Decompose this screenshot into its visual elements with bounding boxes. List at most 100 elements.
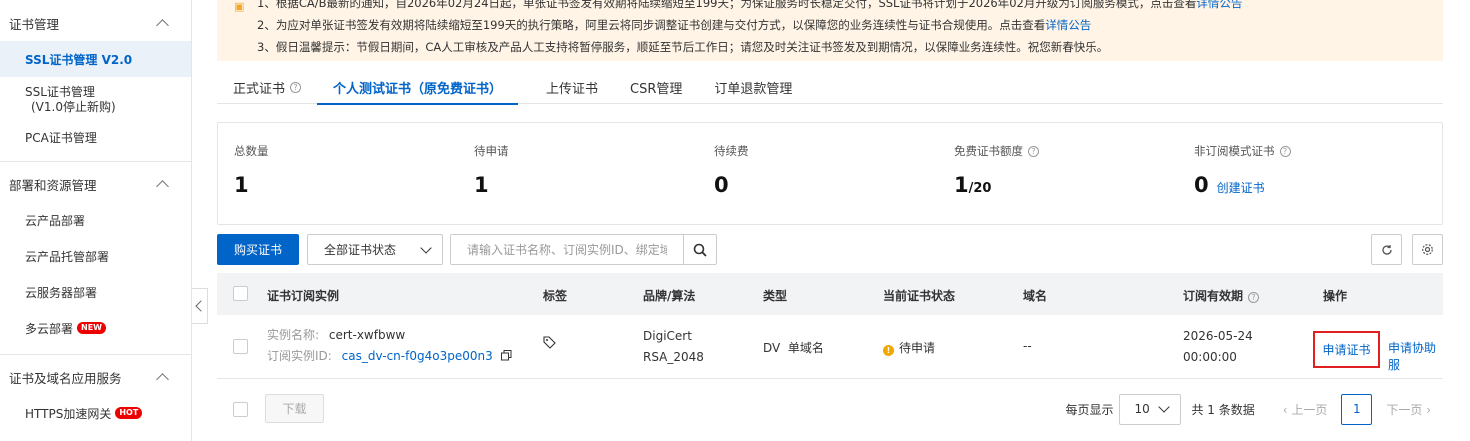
expiry-date: 2026-05-24 xyxy=(1183,329,1253,343)
row-checkbox[interactable] xyxy=(233,339,248,354)
sidebar-item-label: SSL证书管理 V2.0 xyxy=(25,52,133,67)
table-row: 实例名称: cert-xwfbww 订阅实例ID: cas_dv-cn-f0g4… xyxy=(217,315,1443,379)
prev-page-button[interactable]: ‹ 上一页 xyxy=(1283,401,1328,418)
notice-text: 2、为应对单张证书签发有效期将陆续缩短至199天的执行策略，阿里云将同步调整证书… xyxy=(257,18,1046,32)
stat-label: 待申请 xyxy=(474,144,509,158)
notice-link[interactable]: 详情公告 xyxy=(1045,18,1091,32)
search-input[interactable] xyxy=(451,235,683,264)
sidebar-item-cloud-deploy[interactable]: 云产品部署 xyxy=(0,202,191,238)
refresh-icon xyxy=(1381,244,1392,255)
tag-icon[interactable] xyxy=(543,336,556,349)
sidebar-group-label: 证书及域名应用服务 xyxy=(9,370,122,386)
notice-link[interactable]: 详情公告 xyxy=(1196,0,1242,10)
sidebar-group-deploy[interactable]: 部署和资源管理 xyxy=(0,166,191,202)
tab-official-cert[interactable]: 正式证书? xyxy=(217,70,317,104)
stat-value: 1 xyxy=(234,173,249,197)
stat-value: 1 xyxy=(954,173,969,197)
sidebar-collapse-button[interactable] xyxy=(192,288,208,324)
stat-label-wrap: 免费证书额度? xyxy=(954,143,1178,159)
algorithm: RSA_2048 xyxy=(643,350,704,364)
col-header-expiry-wrap: 订阅有效期? xyxy=(1183,287,1260,304)
tab-csr[interactable]: CSR管理 xyxy=(614,70,698,104)
next-page-button[interactable]: 下一页 › xyxy=(1386,401,1431,418)
apply-cert-button[interactable]: 申请证书 xyxy=(1313,331,1380,368)
tab-refund[interactable]: 订单退款管理 xyxy=(698,70,808,104)
help-icon[interactable]: ? xyxy=(1028,145,1039,157)
col-header-brand: 品牌/算法 xyxy=(643,289,696,303)
instance-name: cert-xwfbww xyxy=(328,328,406,342)
instance-id-link[interactable]: cas_dv-cn-f0g4o3pe00n3 xyxy=(342,349,493,363)
domain-cell: -- xyxy=(1023,339,1032,353)
sidebar-item-label: 云产品部署 xyxy=(25,213,86,228)
col-header-instance: 证书订阅实例 xyxy=(267,289,340,303)
sidebar-group-label: 证书管理 xyxy=(9,16,60,32)
status-filter-value: 全部证书状态 xyxy=(324,243,397,257)
sidebar: 证书管理 SSL证书管理 V2.0 SSL证书管理 (V1.0停止新购) PCA… xyxy=(0,0,192,441)
instance-cell: 实例名称: cert-xwfbww 订阅实例ID: cas_dv-cn-f0g4… xyxy=(267,325,512,367)
download-button[interactable]: 下载 xyxy=(265,394,324,423)
stat-pending: 待申请 1 xyxy=(458,123,698,224)
sidebar-item-ssl-v1[interactable]: SSL证书管理 (V1.0停止新购) xyxy=(0,77,191,123)
sidebar-item-sublabel: (V1.0停止新购) xyxy=(31,100,116,114)
help-icon[interactable]: ? xyxy=(1248,292,1260,303)
tags-cell xyxy=(543,336,556,352)
chevron-up-icon xyxy=(156,18,169,32)
copy-icon[interactable] xyxy=(500,350,512,361)
help-icon[interactable]: ? xyxy=(290,81,302,93)
instance-id-label: 订阅实例ID: xyxy=(267,349,332,363)
prev-page-label: 上一页 xyxy=(1291,402,1328,417)
tab-label: CSR管理 xyxy=(630,81,683,97)
sidebar-item-ssl-v2[interactable]: SSL证书管理 V2.0 xyxy=(0,41,191,77)
tab-test-cert[interactable]: 个人测试证书（原免费证书） xyxy=(317,70,519,105)
instance-name-line: 实例名称: cert-xwfbww xyxy=(267,325,512,346)
stat-renew: 待续费 0 xyxy=(698,123,938,224)
sidebar-item-hosted-deploy[interactable]: 云产品托管部署 xyxy=(0,238,191,274)
help-icon[interactable]: ? xyxy=(1279,145,1291,157)
col-header-actions: 操作 xyxy=(1323,289,1348,303)
total-count: 共 1 条数据 xyxy=(1191,402,1255,417)
tab-upload-cert[interactable]: 上传证书 xyxy=(530,70,614,104)
buy-cert-button[interactable]: 购买证书 xyxy=(217,234,299,265)
search-button[interactable] xyxy=(683,235,716,264)
instance-name-label: 实例名称: xyxy=(267,328,320,342)
stat-value: 0 xyxy=(1194,173,1209,197)
status-filter-select[interactable]: 全部证书状态 xyxy=(307,234,443,265)
tab-label: 订单退款管理 xyxy=(714,81,793,97)
notice-text: 1、根据CA/B最新的通知，自2026年02月24日起，单张证书签发有效期将陆续… xyxy=(257,0,1197,10)
toolbar: 购买证书 全部证书状态 xyxy=(217,234,1443,266)
select-all-checkbox[interactable] xyxy=(233,286,248,301)
status-text: 待申请 xyxy=(899,341,936,355)
gear-icon xyxy=(1422,244,1433,255)
settings-button[interactable] xyxy=(1412,234,1443,265)
notice-line-1: 1、根据CA/B最新的通知，自2026年02月24日起，单张证书签发有效期将陆续… xyxy=(257,0,1443,13)
refresh-button[interactable] xyxy=(1371,234,1402,265)
sidebar-item-server-deploy[interactable]: 云服务器部署 xyxy=(0,274,191,310)
status-cell: ! 待申请 xyxy=(883,339,935,356)
sidebar-item-pca[interactable]: PCA证书管理 xyxy=(0,123,191,151)
table-header: 证书订阅实例 标签 品牌/算法 类型 当前证书状态 域名 订阅有效期? 操作 xyxy=(217,273,1443,315)
per-page-select[interactable]: 10 xyxy=(1119,393,1182,425)
page-1-button[interactable]: 1 xyxy=(1341,393,1373,425)
new-badge: NEW xyxy=(77,322,106,334)
chevron-up-icon xyxy=(156,372,169,386)
stat-label: 总数量 xyxy=(234,144,269,158)
sidebar-group-app-services[interactable]: 证书及域名应用服务 xyxy=(0,359,191,395)
sidebar-item-https-gateway[interactable]: HTTPS加速网关 HOT xyxy=(0,395,191,431)
search-icon xyxy=(693,243,707,257)
stat-free-quota: 免费证书额度? 1/20 xyxy=(938,123,1178,224)
create-cert-link[interactable]: 创建证书 xyxy=(1217,179,1265,196)
sidebar-item-label: PCA证书管理 xyxy=(25,130,97,145)
stat-non-subscription: 非订阅模式证书? 0 创建证书 xyxy=(1178,123,1418,224)
hot-badge: HOT xyxy=(115,407,143,419)
sidebar-item-multicloud[interactable]: 多云部署 NEW xyxy=(0,310,191,346)
warning-icon: ! xyxy=(883,345,894,356)
stat-label: 非订阅模式证书 xyxy=(1194,144,1275,158)
next-page-label: 下一页 xyxy=(1386,402,1423,417)
apply-assist-link[interactable]: 申请协助服 xyxy=(1388,339,1443,373)
sidebar-group-cert-management[interactable]: 证书管理 xyxy=(0,5,191,41)
tab-label: 正式证书 xyxy=(233,81,286,97)
stat-value: 0 xyxy=(714,173,729,197)
sidebar-divider xyxy=(0,161,191,162)
footer-select-checkbox[interactable] xyxy=(233,402,248,417)
chevron-right-icon: › xyxy=(1422,402,1431,417)
